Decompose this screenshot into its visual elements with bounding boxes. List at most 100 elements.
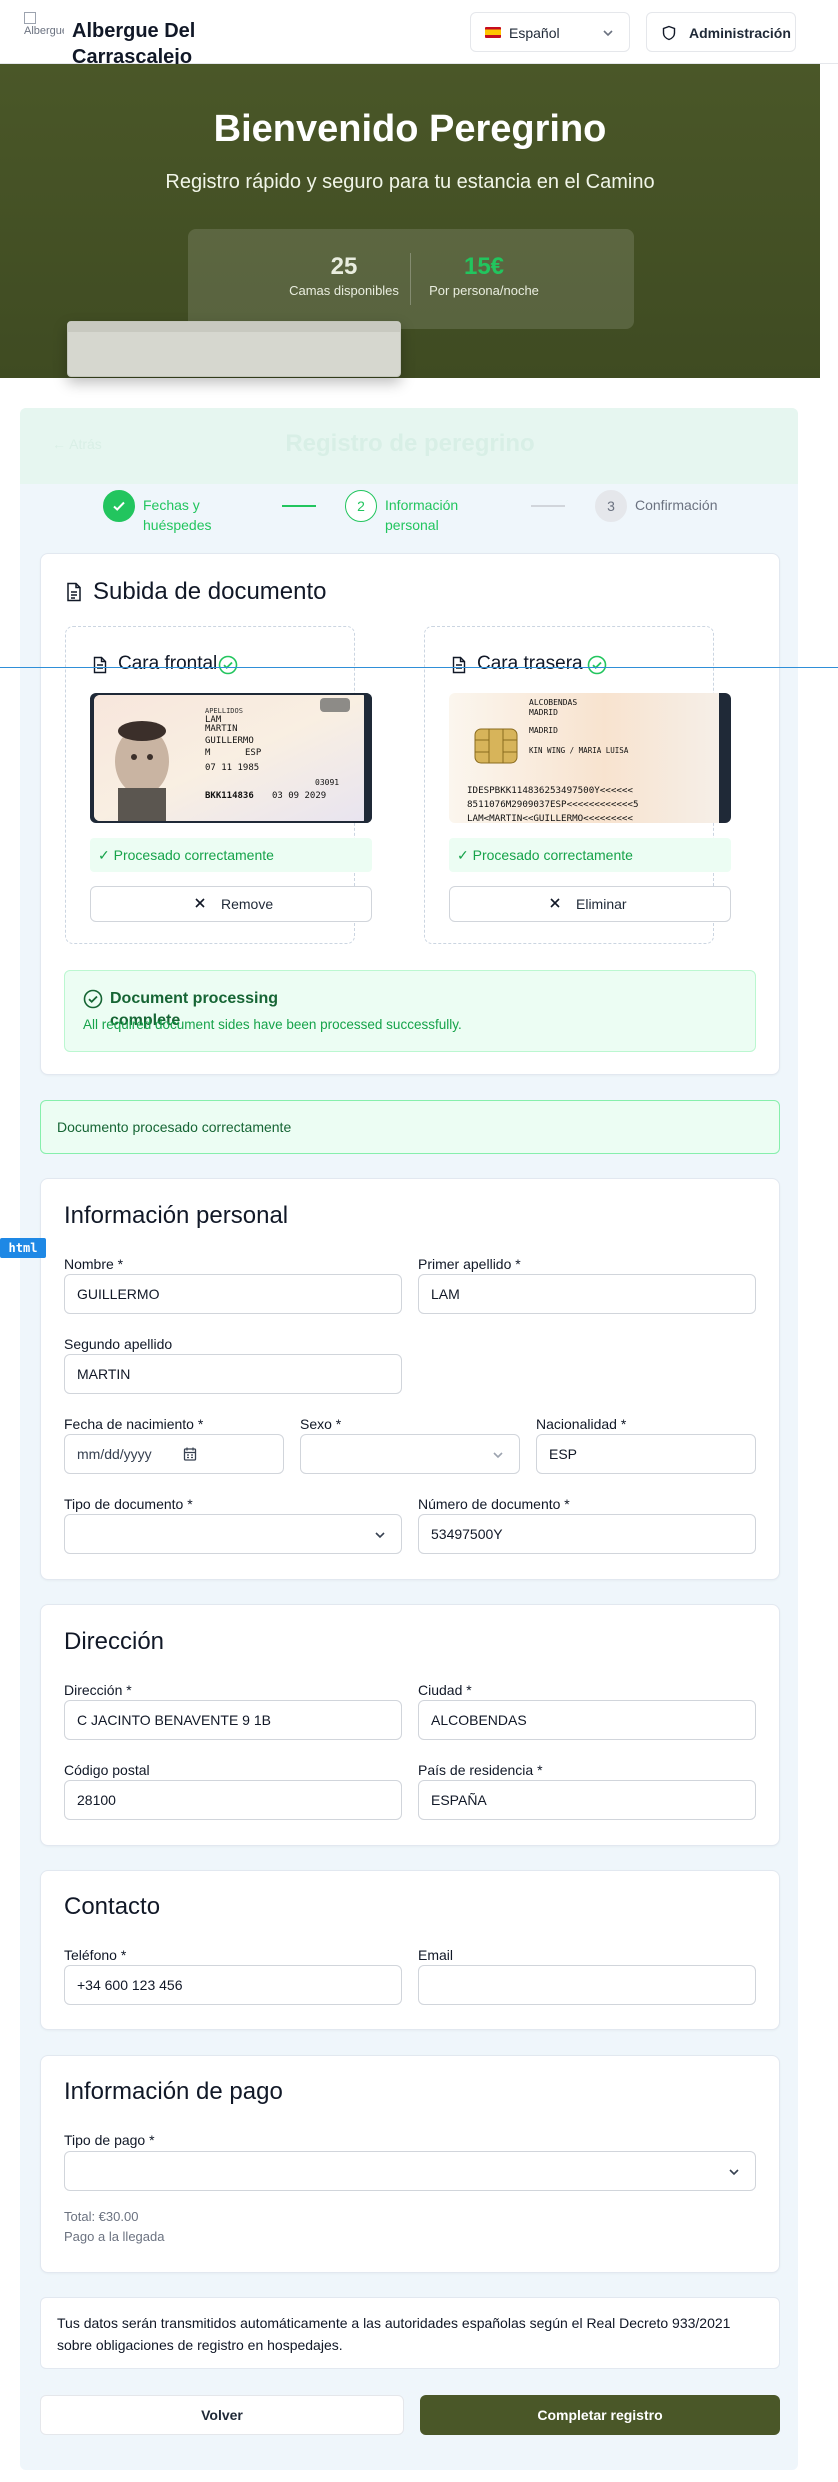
- back-mrz-line-2: 8511076M2909037ESP<<<<<<<<<<<<5: [467, 799, 638, 810]
- apellido2-label: Segundo apellido: [64, 1336, 173, 1352]
- popup-bar: [68, 322, 400, 332]
- admin-label: Administración: [689, 25, 791, 41]
- file-icon: [452, 656, 466, 674]
- admin-button[interactable]: Administración: [646, 12, 796, 52]
- tipo-documento-select[interactable]: [64, 1514, 402, 1554]
- broken-image-icon: [24, 12, 36, 24]
- front-status: ✓ Procesado correctamente: [90, 838, 372, 872]
- nacionalidad-input[interactable]: ESP: [536, 1434, 756, 1474]
- language-value: Español: [509, 25, 560, 41]
- price-label: Por persona/noche: [429, 283, 539, 298]
- sexo-label: Sexo *: [300, 1416, 342, 1432]
- beds-stat: 25 Camas disponibles: [284, 253, 404, 300]
- front-dob: 07 11 1985: [205, 763, 259, 773]
- remove-front-button[interactable]: Remove: [90, 886, 372, 922]
- file-text-icon: [67, 582, 81, 602]
- back-status: ✓ Procesado correctamente: [449, 838, 731, 872]
- front-nationality: ESP: [245, 748, 262, 758]
- step-3-label: Confirmación: [635, 497, 718, 513]
- language-select[interactable]: Español: [470, 12, 630, 52]
- tipo-pago-label: Tipo de pago *: [64, 2132, 155, 2148]
- direccion-input[interactable]: C JACINTO BENAVENTE 9 1B: [64, 1700, 402, 1740]
- front-name: GUILLERMO: [205, 736, 254, 746]
- hero-title: Bienvenido Peregrino: [213, 108, 607, 150]
- front-side-dropzone[interactable]: Cara frontal APELLIDOS LAM MARTIN GUILLE…: [65, 626, 372, 944]
- chevron-down-icon: [729, 2169, 739, 2176]
- step-2-label: Información personal: [385, 497, 459, 533]
- step-3-circle: 3: [595, 490, 627, 522]
- sexo-select[interactable]: [300, 1434, 520, 1474]
- devtools-html-tag: html: [0, 1238, 46, 1258]
- telefono-input[interactable]: +34 600 123 456: [64, 1965, 402, 2005]
- brand-name[interactable]: Albergue Del Carrascalejo: [72, 18, 252, 70]
- success-alert: Documento procesado correctamente: [40, 1100, 780, 1154]
- shield-icon: [662, 25, 676, 41]
- email-input[interactable]: [418, 1965, 756, 2005]
- step-connector-2: [531, 505, 565, 507]
- back-province: MADRID: [529, 708, 558, 717]
- stats-panel: 25 Camas disponibles 15€ Por persona/noc…: [188, 229, 634, 329]
- beds-label: Camas disponibles: [289, 283, 399, 298]
- check-circle-icon: [218, 655, 238, 675]
- apellido1-input[interactable]: LAM: [418, 1274, 756, 1314]
- id-back-image: ALCOBENDAS MADRID MADRID KIN WING / MARI…: [449, 693, 731, 823]
- chevron-down-icon: [375, 1532, 385, 1539]
- direccion-label: Dirección *: [64, 1682, 132, 1698]
- back-parents: KIN WING / MARIA LUISA: [529, 746, 629, 755]
- svg-text:APELLIDOS: APELLIDOS: [205, 707, 243, 715]
- price-stat: 15€ Por persona/noche: [424, 253, 544, 300]
- email-label: Email: [418, 1947, 454, 1963]
- remove-front-label: Remove: [221, 896, 274, 912]
- back-button[interactable]: Volver: [40, 2395, 404, 2435]
- close-icon: [195, 898, 205, 908]
- site-header: Albergue Albergue Del Carrascalejo Españ…: [0, 0, 838, 68]
- step-2-circle: 2: [345, 490, 377, 522]
- submit-button[interactable]: Completar registro: [420, 2395, 780, 2435]
- front-idesp: BKK114836: [205, 791, 254, 801]
- telefono-label: Teléfono *: [64, 1947, 127, 1963]
- nombre-input[interactable]: GUILLERMO: [64, 1274, 402, 1314]
- fecha-nacimiento-input[interactable]: mm/dd/yyyy: [64, 1434, 284, 1474]
- stats-divider: [410, 253, 411, 305]
- id-front-image: APELLIDOS LAM MARTIN GUILLERMO M ESP 07 …: [90, 693, 372, 823]
- codigo-postal-input[interactable]: 28100: [64, 1780, 402, 1820]
- logo-image[interactable]: Albergue: [24, 12, 64, 52]
- fecha-label: Fecha de nacimiento *: [64, 1416, 204, 1432]
- apellido2-input[interactable]: MARTIN: [64, 1354, 402, 1394]
- ciudad-input[interactable]: ALCOBENDAS: [418, 1700, 756, 1740]
- front-side-label: Cara frontal: [118, 653, 218, 674]
- check-circle-icon: [83, 989, 103, 1009]
- calendar-icon[interactable]: [183, 1446, 197, 1462]
- hero-subtitle: Registro rápido y seguro para tu estanci…: [165, 171, 655, 193]
- check-icon: [113, 501, 125, 511]
- nombre-label: Nombre *: [64, 1256, 124, 1272]
- pais-input[interactable]: ESPAÑA: [418, 1780, 756, 1820]
- back-city: ALCOBENDAS: [529, 698, 577, 707]
- front-expiry: 03 09 2029: [272, 791, 326, 801]
- floating-popup[interactable]: [67, 321, 401, 377]
- front-sex: M: [205, 748, 211, 758]
- chevron-down-icon: [603, 30, 613, 37]
- numero-documento-input[interactable]: 53497500Y: [418, 1514, 756, 1554]
- payment-total: Total: €30.00: [64, 2209, 139, 2224]
- tipo-pago-select[interactable]: [64, 2151, 756, 2191]
- file-icon: [93, 656, 107, 674]
- front-code: 03091: [315, 778, 339, 787]
- remove-back-label: Eliminar: [576, 896, 627, 912]
- front-surname2: MARTIN: [205, 724, 238, 734]
- step-connector-1: [282, 505, 316, 507]
- payment-title: Información de pago: [64, 2078, 283, 2105]
- price-value: 15€: [463, 253, 505, 280]
- cp-label: Código postal: [64, 1762, 150, 1778]
- step-1-circle: [103, 490, 135, 522]
- registration-title: Registro de peregrino: [285, 430, 535, 457]
- beds-value: 25: [330, 253, 358, 280]
- guide-line: [0, 667, 838, 668]
- back-side-dropzone[interactable]: Cara trasera ALCOBENDAS MADRID MADRID KI…: [424, 626, 731, 944]
- step-1-label: Fechas y huéspedes: [143, 497, 212, 533]
- remove-back-button[interactable]: Eliminar: [449, 886, 731, 922]
- processing-complete-box: Document processing complete All require…: [64, 970, 756, 1052]
- back-mrz-line-3: LAM<MARTIN<<GUILLERMO<<<<<<<<<: [467, 813, 633, 823]
- pais-label: País de residencia *: [418, 1762, 543, 1778]
- ciudad-label: Ciudad *: [418, 1682, 472, 1698]
